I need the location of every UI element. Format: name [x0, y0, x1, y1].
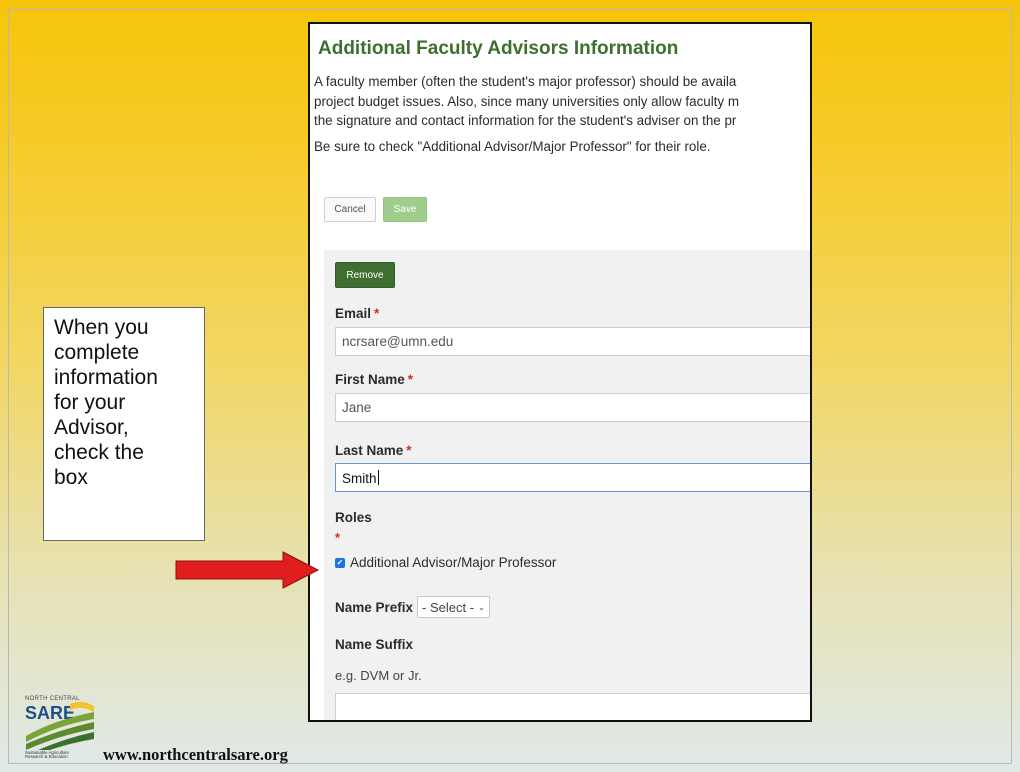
- callout-line: Advisor,: [54, 416, 129, 439]
- first-name-label-text: First Name: [335, 372, 405, 387]
- arrow-right-icon: [175, 551, 320, 589]
- role-option[interactable]: ✓ Additional Advisor/Major Professor: [335, 555, 556, 570]
- first-name-label: First Name *: [335, 372, 413, 387]
- callout-line: box: [54, 466, 88, 489]
- name-suffix-help: e.g. DVM or Jr.: [335, 668, 422, 683]
- cancel-button[interactable]: Cancel: [324, 197, 376, 222]
- callout-line: check the: [54, 441, 144, 464]
- roles-label: Roles: [335, 510, 372, 525]
- required-marker: *: [407, 372, 414, 387]
- last-name-value: Smith: [342, 471, 377, 486]
- instruction-callout: When you complete information for your A…: [43, 307, 205, 541]
- intro-text: A faculty member (often the student's ma…: [314, 72, 810, 156]
- callout-line: When you: [54, 316, 149, 339]
- last-name-label-text: Last Name: [335, 443, 404, 458]
- required-marker: *: [406, 443, 412, 458]
- last-name-label: Last Name *: [335, 443, 412, 458]
- callout-line: information: [54, 366, 158, 389]
- svg-text:NORTH CENTRAL: NORTH CENTRAL: [25, 696, 80, 702]
- required-marker: *: [374, 306, 380, 321]
- name-prefix-label: Name Prefix: [335, 599, 414, 615]
- save-button[interactable]: Save: [383, 197, 427, 222]
- first-name-field[interactable]: Jane: [335, 393, 810, 422]
- svg-text:Research & Education: Research & Education: [25, 754, 68, 758]
- website-url: www.northcentralsare.org: [103, 745, 288, 764]
- email-field[interactable]: ncrsare@umn.edu: [335, 327, 810, 356]
- email-label-text: Email: [335, 306, 372, 321]
- remove-button[interactable]: Remove: [335, 262, 395, 288]
- last-name-field[interactable]: Smith: [335, 463, 810, 492]
- sare-logo: NORTH CENTRAL SARE Sustainable Agricultu…: [25, 696, 94, 758]
- role-instruction: Be sure to check "Additional Advisor/Maj…: [314, 138, 711, 154]
- chevron-down-icon: ⌄: [478, 602, 485, 612]
- intro-line: the signature and contact information fo…: [314, 113, 737, 128]
- name-suffix-label: Name Suffix: [335, 637, 414, 652]
- name-prefix-row: Name Prefix - Select - ⌄: [335, 596, 490, 618]
- callout-line: complete: [54, 341, 140, 364]
- callout-line: for your: [54, 391, 126, 414]
- role-option-label: Additional Advisor/Major Professor: [350, 555, 557, 570]
- name-prefix-select[interactable]: - Select - ⌄: [417, 596, 490, 618]
- name-prefix-value: - Select -: [422, 599, 475, 615]
- intro-line: A faculty member (often the student's ma…: [314, 74, 737, 89]
- form-screenshot: Additional Faculty Advisors Information …: [308, 22, 812, 722]
- email-label: Email *: [335, 306, 379, 321]
- role-checkbox[interactable]: ✓: [335, 557, 345, 568]
- text-cursor: [377, 470, 379, 485]
- form-title: Additional Faculty Advisors Information: [318, 38, 679, 59]
- advisor-item-panel: Remove Email * ncrsare@umn.edu First Name…: [324, 250, 810, 720]
- name-suffix-field[interactable]: [335, 693, 810, 720]
- roles-required-marker: *: [335, 530, 341, 545]
- intro-line: project budget issues. Also, since many …: [314, 93, 739, 109]
